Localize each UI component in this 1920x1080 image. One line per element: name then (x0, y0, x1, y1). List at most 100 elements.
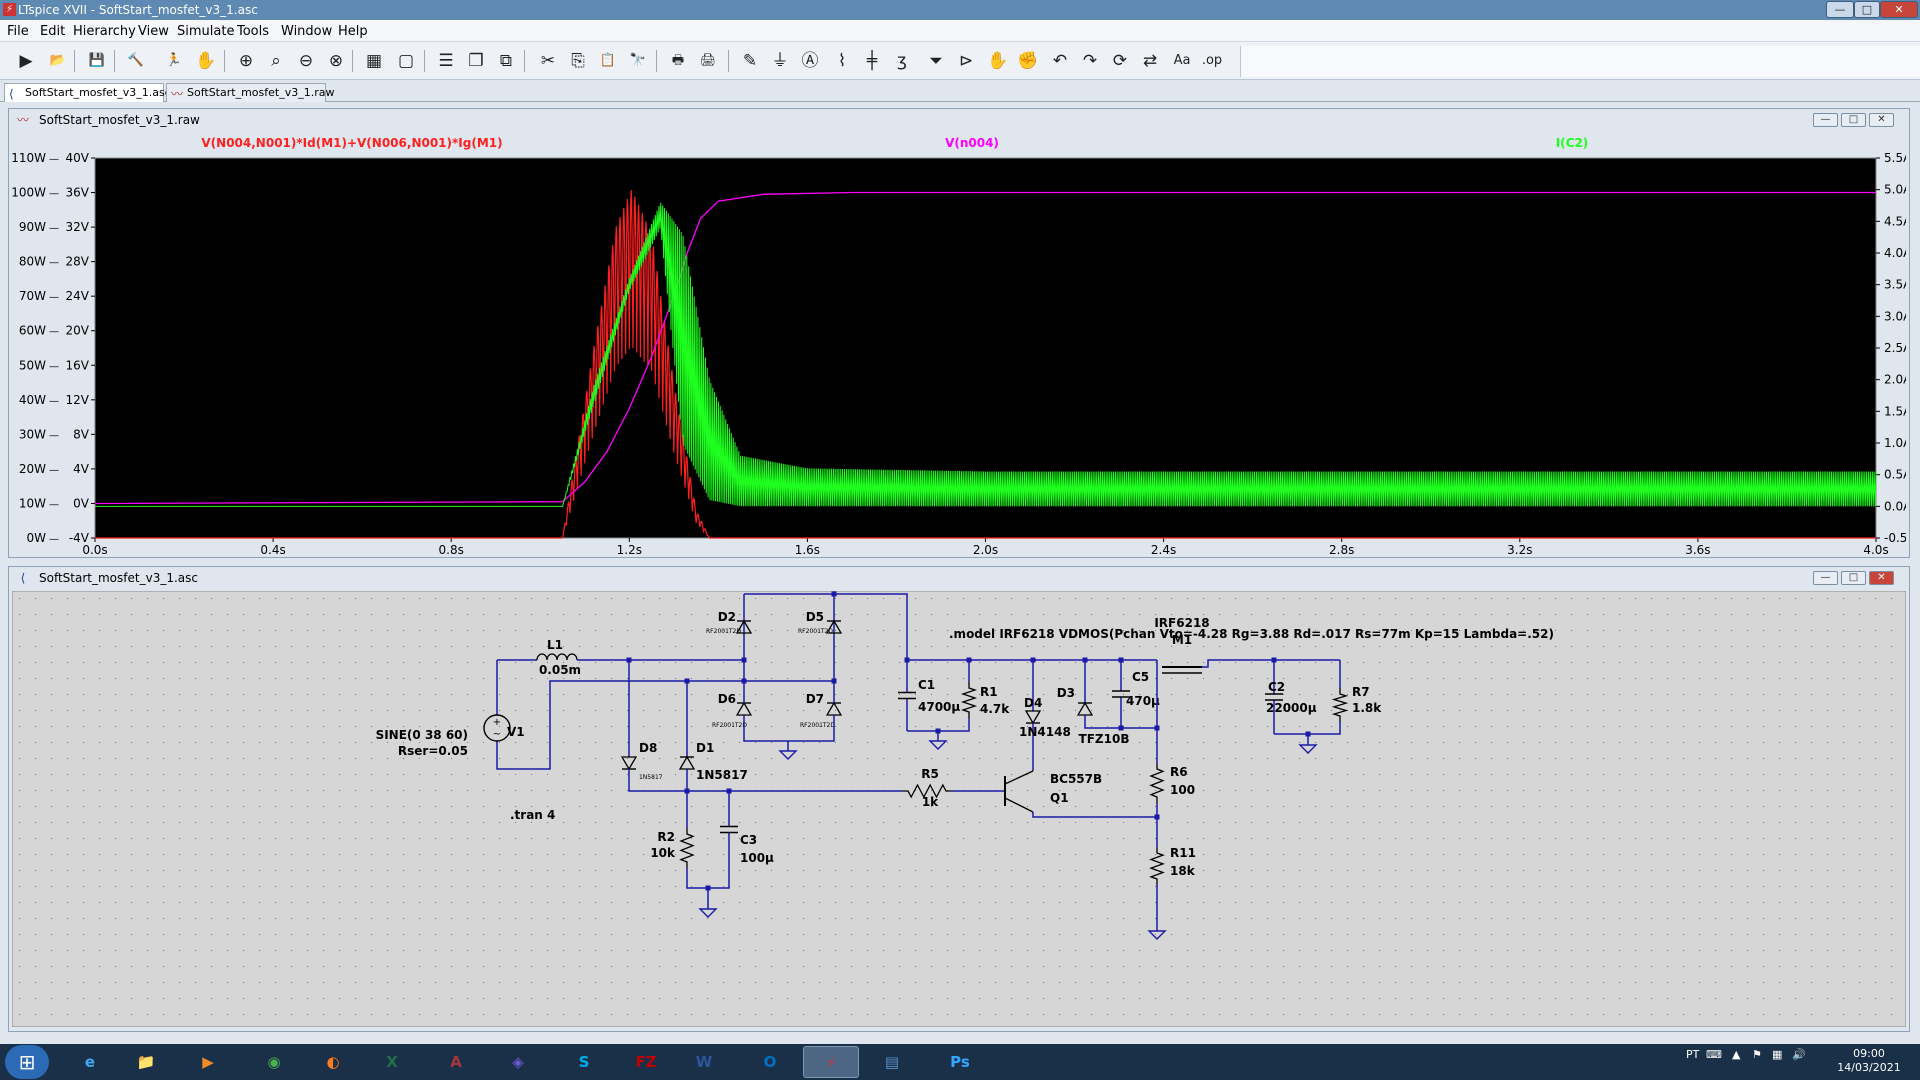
mirror-icon[interactable]: ⇄ (1138, 49, 1162, 73)
paste-icon[interactable]: 📋 (596, 49, 620, 73)
outlook-icon[interactable]: O (742, 1046, 798, 1078)
drag-icon[interactable]: ✊ (1016, 49, 1040, 73)
plot-maximize-button[interactable]: □ (1841, 113, 1866, 127)
paint-icon[interactable]: ◈ (490, 1046, 546, 1078)
x-tick-label: 1.6s (795, 543, 820, 555)
schematic-canvas[interactable]: .model IRF6218 VDMOS(Pchan Vto=-4.28 Rg=… (12, 591, 1906, 1027)
spice-directive-icon[interactable]: .op (1200, 49, 1224, 73)
schematic-minimize-button[interactable]: — (1813, 571, 1838, 585)
menu-help[interactable]: Help (338, 24, 368, 39)
network-icon[interactable]: ▦ (1772, 1048, 1782, 1061)
ie-icon[interactable]: e (62, 1046, 118, 1078)
firefox-icon[interactable]: ◐ (305, 1046, 361, 1078)
ltspice-taskbar-icon[interactable]: ⚡ (803, 1046, 859, 1078)
menu-simulate[interactable]: Simulate (177, 24, 234, 39)
ground-icon[interactable]: ⏚ (768, 49, 792, 73)
toolbar-separator (352, 50, 353, 72)
schematic-icon: ⟨ (9, 87, 14, 101)
filezilla-icon[interactable]: FZ (618, 1046, 674, 1078)
tab-waveform[interactable]: 〰 SoftStart_mosfet_v3_1.raw (166, 83, 334, 102)
keyboard-icon[interactable]: ⌨ (1706, 1048, 1722, 1061)
zoom-in-icon[interactable]: ⊕ (234, 49, 258, 73)
tab-schematic[interactable]: ⟨ SoftStart_mosfet_v3_1.asc (4, 83, 171, 102)
open-icon[interactable]: 📂 (46, 49, 70, 73)
undo-icon[interactable]: ↶ (1048, 49, 1072, 73)
menu-file[interactable]: File (7, 24, 29, 39)
menu-edit[interactable]: Edit (40, 24, 65, 39)
waveform-plot[interactable]: 0W — -4V10W —0V20W —4V30W —8V40W —12V50W —16V60… (12, 133, 1906, 555)
control-panel-taskbar-icon[interactable]: ▤ (864, 1046, 920, 1078)
y-tick-label-power: 20W (19, 462, 46, 476)
v1-ref: V1 (507, 725, 525, 739)
cut-icon[interactable]: ✂ (536, 49, 560, 73)
zoom-fit-icon[interactable]: ⊗ (324, 49, 348, 73)
y-tick-label-current: 0.5A (1884, 468, 1906, 482)
print-setup-icon[interactable]: 🖨 (696, 49, 720, 73)
waveform-window-title: 〰 SoftStart_mosfet_v3_1.raw (9, 109, 1909, 131)
word-icon[interactable]: W (676, 1046, 732, 1078)
draw-wire-icon[interactable]: ✎ (738, 49, 762, 73)
tile-horizontal-icon[interactable]: ☰ (434, 49, 458, 73)
plot-close-button[interactable]: ✕ (1869, 113, 1894, 127)
explorer-icon[interactable]: 📁 (118, 1046, 174, 1078)
maximize-button[interactable]: □ (1854, 1, 1880, 18)
minimize-button[interactable]: — (1826, 1, 1854, 18)
resistor-icon[interactable]: ⌇ (830, 49, 854, 73)
clock[interactable]: 09:00 14/03/2021 (1828, 1047, 1910, 1075)
rotate-icon[interactable]: ⟳ (1108, 49, 1132, 73)
c3-ref: C3 (740, 833, 757, 847)
schematic-maximize-button[interactable]: □ (1841, 571, 1866, 585)
diode-icon[interactable]: ⏷ (924, 49, 948, 73)
c2-value: 22000µ (1266, 701, 1317, 715)
copy-icon[interactable]: ⎘ (566, 49, 590, 73)
chrome-icon[interactable]: ◉ (246, 1046, 302, 1078)
zoom-area-icon[interactable]: ⌕ (264, 49, 288, 73)
pan-icon[interactable]: ✋ (194, 49, 218, 73)
autorange-icon[interactable]: ▦ (362, 49, 386, 73)
menu-window[interactable]: Window (281, 24, 332, 39)
label-icon[interactable]: Ⓐ (798, 49, 822, 73)
legend-power: V(N004,N001)*Id(M1)+V(N006,N001)*Ig(M1) (201, 136, 502, 150)
y-tick-dash: — (49, 154, 59, 165)
y-tick-label-power: 0W (27, 531, 47, 545)
photoshop-icon[interactable]: Ps (932, 1046, 988, 1078)
print-icon[interactable]: 🖶 (666, 49, 690, 73)
tile-vertical-icon[interactable]: ⧉ (494, 49, 518, 73)
plot-minimize-button[interactable]: — (1813, 113, 1838, 127)
inductor-icon[interactable]: ʒ (890, 49, 914, 73)
tray-expand-icon[interactable]: ▲ (1732, 1048, 1740, 1061)
schematic-close-button[interactable]: ✕ (1869, 571, 1894, 585)
skype-icon[interactable]: S (556, 1046, 612, 1078)
y-tick-label-current: 4.0A (1884, 246, 1906, 260)
menu-hierarchy[interactable]: Hierarchy (73, 24, 136, 39)
save-icon[interactable]: 💾 (85, 49, 109, 73)
action-center-icon[interactable]: ⚑ (1752, 1048, 1762, 1061)
control-panel-icon[interactable]: 🔨 (124, 49, 148, 73)
run-stop-icon[interactable]: 🏃 (162, 49, 186, 73)
capacitor-icon[interactable]: ╪ (860, 49, 884, 73)
v1-tilde: ~ (493, 729, 501, 740)
menu-tools[interactable]: Tools (237, 24, 269, 39)
access-icon[interactable]: A (428, 1046, 484, 1078)
excel-icon[interactable]: X (364, 1046, 420, 1078)
y-tick-label-current: 4.5A (1884, 214, 1906, 228)
zoom-out-icon[interactable]: ⊖ (294, 49, 318, 73)
delete-plot-icon[interactable]: ▢ (394, 49, 418, 73)
find-icon[interactable]: 🔭 (626, 49, 650, 73)
start-button[interactable]: ⊞ (5, 1045, 49, 1079)
menu-view[interactable]: View (138, 24, 169, 39)
volume-icon[interactable]: 🔊 (1792, 1048, 1806, 1061)
junction (741, 657, 747, 663)
language-indicator[interactable]: PT (1686, 1048, 1699, 1061)
tran-directive: .tran 4 (510, 808, 555, 822)
text-icon[interactable]: Aa (1170, 49, 1194, 73)
redo-icon[interactable]: ↷ (1078, 49, 1102, 73)
cascade-icon[interactable]: ❐ (464, 49, 488, 73)
run-icon[interactable]: ▶ (14, 49, 38, 73)
media-player-icon[interactable]: ▶ (180, 1046, 236, 1078)
move-icon[interactable]: ✋ (986, 49, 1010, 73)
x-tick-label: 2.0s (973, 543, 998, 555)
d2-ref: D2 (718, 610, 736, 624)
close-button[interactable]: ✕ (1880, 1, 1918, 18)
component-icon[interactable]: ⊳ (954, 49, 978, 73)
